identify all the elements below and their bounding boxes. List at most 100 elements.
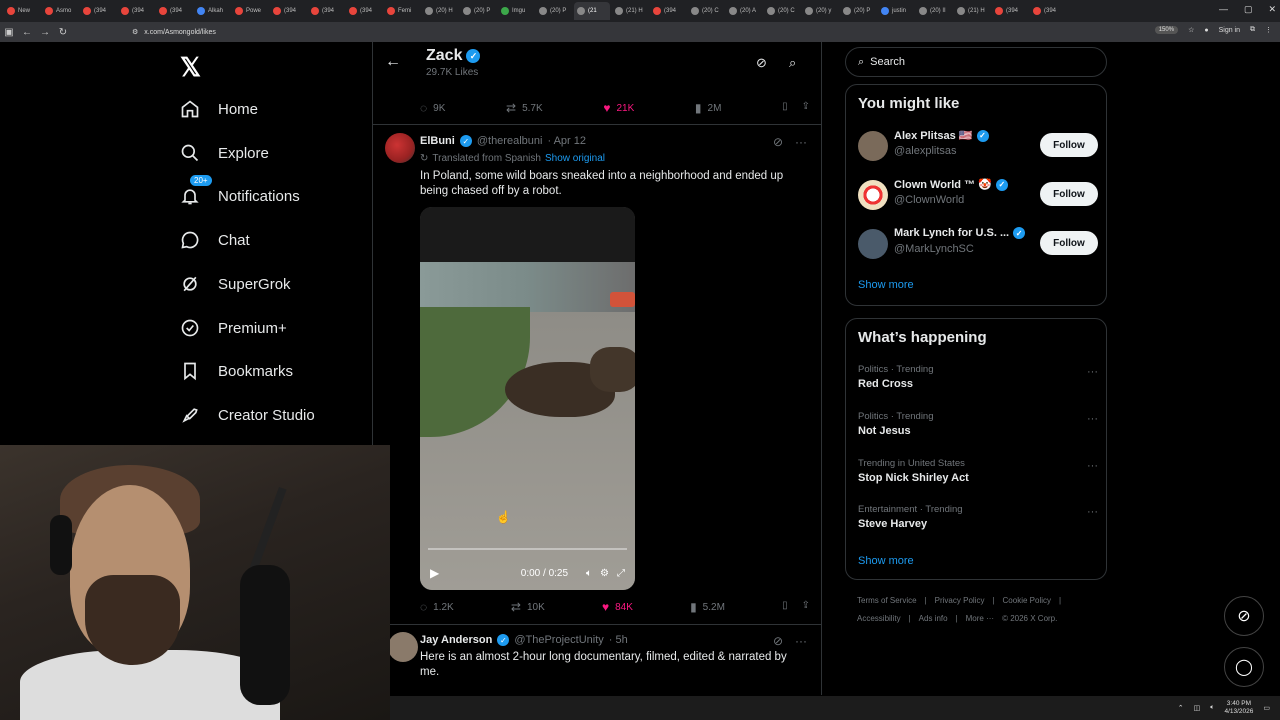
follow-button[interactable]: Follow [1040,182,1098,206]
follow-button[interactable]: Follow [1040,133,1098,157]
more-icon[interactable]: ··· [795,135,807,149]
extensions-icon[interactable]: ⧉ [1250,26,1255,34]
nav-home[interactable]: Home [179,98,258,120]
repost-button[interactable]: ⇄ 10K [511,600,545,614]
fullscreen-icon[interactable]: ⤢ [617,568,625,579]
views-button[interactable]: ▮ 2M [695,101,722,115]
share-icon[interactable]: ⇪ [802,600,810,614]
show-more-link[interactable]: Show more [858,279,914,291]
browser-tab[interactable]: (20) II [916,2,952,20]
views-button[interactable]: ▮ 5.2M [690,600,725,614]
minimize-icon[interactable]: — [1219,4,1228,15]
browser-tab[interactable]: Femi [384,2,420,20]
search-icon[interactable]: ⌕ [789,55,796,71]
browser-tab[interactable]: (20) H [422,2,458,20]
browser-tab[interactable]: Imgu [498,2,534,20]
author-name[interactable]: Jay Anderson [420,634,492,646]
post-date[interactable]: · 5h [609,634,628,646]
nav-chat[interactable]: Chat [179,229,250,251]
browser-tab[interactable]: (394 [270,2,306,20]
browser-tab[interactable]: (21) H [612,2,648,20]
footer-accessibility-link[interactable]: Accessibility [857,614,901,623]
bookmark-icon[interactable]: ▯ [782,101,788,115]
browser-tab[interactable]: (394 [346,2,382,20]
more-icon[interactable]: ··· [1087,413,1098,425]
more-icon[interactable]: ··· [1087,460,1098,472]
trend-item[interactable]: Politics · Trending Red Cross ··· [858,364,1098,404]
browser-tab[interactable]: (21 [574,2,610,20]
show-original-link[interactable]: Show original [545,153,605,164]
notification-icon[interactable]: ▭ [1263,704,1270,712]
forward-icon[interactable]: → [36,27,54,38]
sidebar-toggle-icon[interactable]: ▣ [0,27,18,38]
trend-item[interactable]: Entertainment · Trending Steve Harvey ··… [858,504,1098,544]
browser-tab[interactable]: (394 [650,2,686,20]
suggested-user[interactable]: Mark Lynch for U.S. ... ✓ @MarkLynchSC Fo… [858,227,1098,262]
back-icon[interactable]: ← [18,27,36,38]
browser-tab[interactable]: (20) A [726,2,762,20]
nav-notifications[interactable]: 20+ Notifications [179,175,300,207]
suggested-user[interactable]: Clown World ™ 🤡 ✓ @ClownWorld Follow [858,178,1098,213]
url-field[interactable]: ⚙ x.com/Asmongold/likes [132,28,216,37]
menu-icon[interactable]: ⋮ [1265,26,1272,34]
sign-in-button[interactable]: Sign in [1219,27,1240,34]
reload-icon[interactable]: ↻ [54,27,72,38]
bookmark-icon[interactable]: ▯ [782,600,788,614]
author-handle[interactable]: @therealbuni [477,135,543,147]
nav-explore[interactable]: Explore [179,142,269,164]
like-button[interactable]: ♥ 84K [602,600,633,614]
browser-tab[interactable]: (20) P [536,2,572,20]
avatar[interactable] [858,229,888,259]
browser-tab[interactable]: New [4,2,40,20]
nav-supergrok[interactable]: SuperGrok [179,273,291,295]
browser-tab[interactable]: (20) C [688,2,724,20]
follow-button[interactable]: Follow [1040,231,1098,255]
reply-button[interactable]: ◌ 1.2K [420,600,454,614]
tray-chevron-icon[interactable]: ⌃ [1178,704,1184,712]
browser-tab[interactable]: Powe [232,2,268,20]
footer-terms-link[interactable]: Terms of Service [857,596,917,605]
nav-bookmarks[interactable]: Bookmarks [179,360,293,382]
trend-item[interactable]: Politics · Trending Not Jesus ··· [858,411,1098,451]
browser-tab[interactable]: justin [878,2,914,20]
clock[interactable]: 3:40 PM 4/13/2026 [1224,700,1253,716]
browser-tab[interactable]: (21) H [954,2,990,20]
network-icon[interactable]: ◫ [1194,704,1201,712]
close-icon[interactable]: ✕ [1268,4,1276,15]
footer-cookie-link[interactable]: Cookie Policy [1003,596,1051,605]
video-player[interactable]: ▶ 0:00 / 0:25 🔈︎ ⚙ ⤢ [420,207,635,590]
author-handle[interactable]: @TheProjectUnity [514,634,603,646]
browser-tab[interactable]: (394 [80,2,116,20]
footer-ads-link[interactable]: Ads info [919,614,948,623]
browser-tab[interactable]: Alkah [194,2,230,20]
browser-tab[interactable]: (20) P [840,2,876,20]
like-button[interactable]: ♥ 21K [603,101,634,115]
share-icon[interactable]: ⇪ [802,101,810,115]
browser-tab[interactable]: (394 [156,2,192,20]
browser-tab[interactable]: (20) C [764,2,800,20]
trend-item[interactable]: Trending in United States Stop Nick Shir… [858,458,1098,498]
avatar[interactable] [858,131,888,161]
grok-icon[interactable]: ⊘ [773,634,783,648]
browser-tab[interactable]: (394 [118,2,154,20]
avatar[interactable] [385,133,415,163]
more-icon[interactable]: ··· [795,634,807,648]
site-info-icon[interactable]: ⚙ [132,28,138,36]
reply-button[interactable]: ◌ 9K [420,101,445,115]
grok-icon[interactable]: ⊘ [773,135,783,149]
settings-icon[interactable]: ⚙ [600,568,609,579]
show-more-link[interactable]: Show more [858,555,914,567]
bookmark-star-icon[interactable]: ☆ [1188,26,1194,34]
grok-fab-icon[interactable]: ⊘ [1224,596,1264,636]
browser-tab[interactable]: (394 [1030,2,1066,20]
suggested-user[interactable]: Alex Plitsas 🇺🇸 ✓ @alexplitsas Follow [858,129,1098,164]
nav-premium[interactable]: Premium+ [179,317,287,339]
volume-icon[interactable]: 🔈︎ [586,568,592,579]
avatar[interactable] [858,180,888,210]
repost-button[interactable]: ⇄ 5.7K [506,101,543,115]
chat-fab-icon[interactable]: ◯ [1224,647,1264,687]
zoom-badge[interactable]: 150% [1154,26,1179,34]
footer-privacy-link[interactable]: Privacy Policy [935,596,985,605]
x-logo-icon[interactable]: 𝕏 [180,52,201,83]
search-input[interactable]: ⌕ Search [845,47,1107,77]
